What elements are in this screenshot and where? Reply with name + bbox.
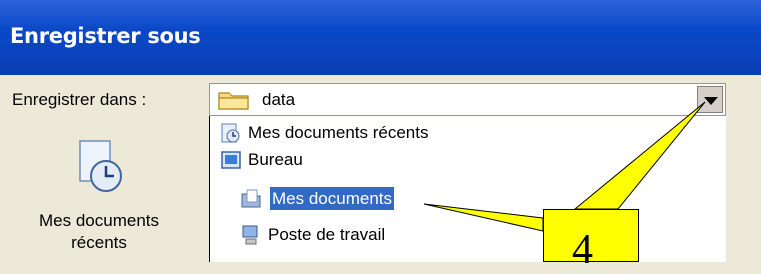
callout-pointers xyxy=(423,101,706,232)
callout-box: 4 xyxy=(543,209,639,273)
callout-number: 4 xyxy=(572,227,593,273)
